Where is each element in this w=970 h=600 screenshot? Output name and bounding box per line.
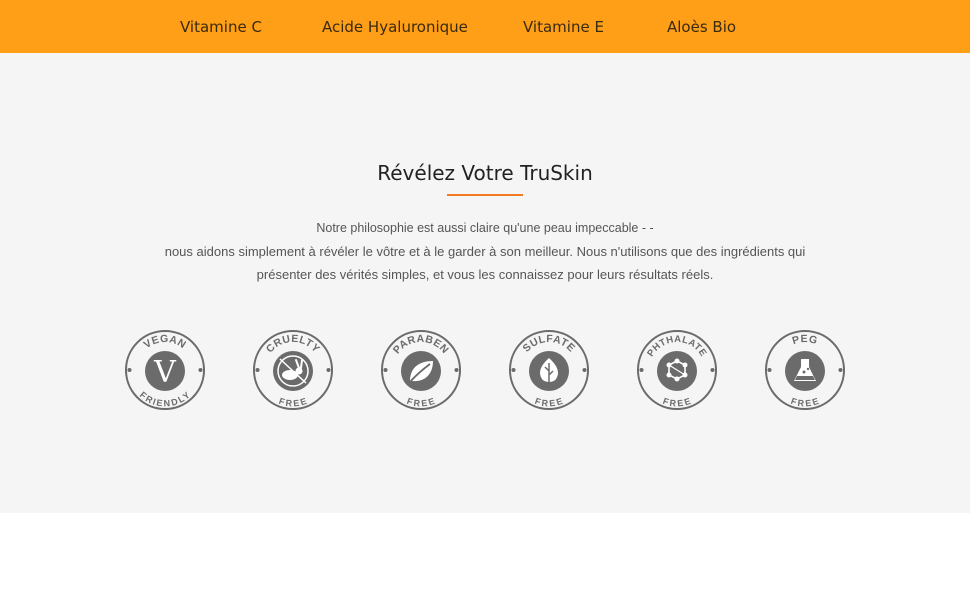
vegan-friendly-badge: VEGAN FRIENDLY V — [124, 329, 206, 411]
svg-text:FREE: FREE — [406, 396, 437, 409]
leaf-icon — [401, 351, 441, 391]
top-navigation: Vitamine C Acide Hyaluronique Vitamine E… — [0, 0, 970, 53]
nav-item-acide-hyaluronique[interactable]: Acide Hyaluronique — [322, 18, 468, 36]
rabbit-icon — [273, 351, 313, 391]
svg-text:FRIENDLY: FRIENDLY — [138, 390, 192, 409]
phthalate-free-badge: PHTHALATE FREE — [636, 329, 718, 411]
letter-v-icon: V — [145, 351, 185, 391]
peg-free-badge: PEG FREE — [764, 329, 846, 411]
leaf-drop-icon — [529, 351, 569, 391]
philosophy-line-1: Notre philosophie est aussi claire qu'un… — [316, 221, 654, 235]
badge-bottom-label: FREE — [278, 396, 308, 409]
svg-text:FREE: FREE — [790, 396, 821, 409]
philosophy-line-2: nous aidons simplement à révéler le vôtr… — [164, 244, 806, 259]
nav-item-vitamine-e[interactable]: Vitamine E — [523, 18, 604, 36]
svg-text:FREE: FREE — [662, 396, 693, 409]
badge-bottom-label: FRIENDLY — [138, 390, 192, 409]
svg-text:FREE: FREE — [534, 396, 565, 409]
badge-top-label: PEG — [791, 333, 819, 347]
molecule-icon — [657, 351, 697, 391]
svg-text:PEG: PEG — [791, 333, 819, 347]
sulfate-free-badge: SULFATE FREE — [508, 329, 590, 411]
badge-bottom-label: FREE — [662, 396, 692, 409]
badge-bottom-label: FREE — [790, 396, 820, 409]
nav-item-vitamine-c[interactable]: Vitamine C — [180, 18, 262, 36]
section-title: Révélez Votre TruSkin — [377, 161, 593, 185]
svg-text:FREE: FREE — [278, 396, 309, 409]
flask-icon — [785, 351, 825, 391]
badge-bottom-label: FREE — [534, 396, 564, 409]
badge-bottom-label: FREE — [406, 396, 436, 409]
paraben-free-badge: PARABEN FREE — [380, 329, 462, 411]
philosophy-line-3: présenter des vérités simples, et vous l… — [256, 267, 714, 282]
svg-text:V: V — [153, 355, 177, 390]
page-bottom-area — [0, 513, 970, 600]
philosophy-section: Révélez Votre TruSkin Notre philosophie … — [0, 53, 970, 513]
nav-item-aloes-bio[interactable]: Aloès Bio — [667, 18, 736, 36]
title-underline — [447, 194, 523, 196]
cruelty-free-badge: CRUELTY FREE — [252, 329, 334, 411]
